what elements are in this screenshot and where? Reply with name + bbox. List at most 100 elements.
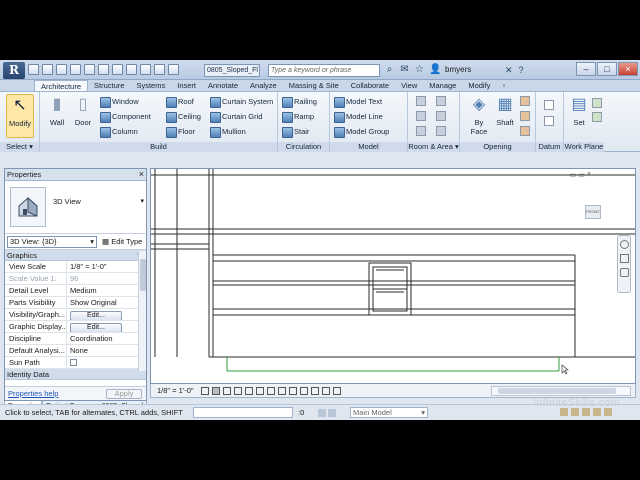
grid-icon[interactable] [544,116,554,126]
by-face-button[interactable]: ◈ By Face [466,94,492,136]
component-button[interactable]: Component [100,110,151,123]
binoculars-icon[interactable]: ⌕ [384,64,395,75]
show-work-plane-icon[interactable] [592,98,602,108]
application-menu-button[interactable]: R [3,62,25,79]
property-value[interactable]: None [67,345,146,356]
group-graphics[interactable]: Graphics ⌃ [5,250,146,261]
tag-room-icon[interactable] [416,126,426,136]
property-row[interactable]: Detail Level Medium [5,285,146,297]
property-value[interactable]: Show Original [67,297,146,308]
view-scale-control[interactable]: 1/8" = 1'-0" [157,385,194,397]
subscription-icon[interactable]: ✉ [399,64,410,75]
wall-opening-icon[interactable] [520,96,530,106]
undo-icon[interactable] [70,64,81,75]
close-button[interactable]: × [618,62,638,76]
property-value[interactable]: 1/8" = 1'-0" [67,261,146,272]
user-icon[interactable]: 👤 [429,64,441,75]
property-value[interactable]: Edit... [67,309,146,320]
search-input[interactable]: Type a keyword or phrase [268,64,380,77]
property-row[interactable]: Parts Visibility Show Original [5,297,146,309]
instance-filter-dropdown[interactable]: 3D View: {3D} ▾ [7,236,97,248]
horizontal-scrollbar[interactable] [491,386,631,396]
tab-architecture[interactable]: Architecture [34,80,89,91]
property-row[interactable]: Sun Path [5,357,146,369]
steering-wheel-icon[interactable] [619,240,629,249]
wall-button[interactable]: ▮ Wall [44,94,70,134]
roof-button[interactable]: Roof [166,95,194,108]
user-name[interactable]: bmyers [445,65,471,74]
crop-view-icon[interactable] [256,387,264,395]
redo-icon[interactable] [84,64,95,75]
curtain-system-button[interactable]: Curtain System [210,95,273,108]
mullion-button[interactable]: Mullion [210,125,246,138]
edit-button[interactable]: Edit... [70,323,122,332]
worksharing-icon[interactable] [318,409,326,417]
tab-insert[interactable]: Insert [171,80,202,91]
type-selector[interactable]: 3D View ▾ [5,181,146,234]
render-icon[interactable] [245,387,253,395]
scroll-thumb[interactable] [498,388,616,394]
show-crop-icon[interactable] [267,387,275,395]
group-identity-data[interactable]: Identity Data [5,369,146,380]
property-value[interactable]: Medium [67,285,146,296]
tab-massing-site[interactable]: Massing & Site [283,80,345,91]
model-text-button[interactable]: Model Text [334,95,382,108]
tab-annotate[interactable]: Annotate [202,80,244,91]
save-icon[interactable] [42,64,53,75]
model-line-button[interactable]: Model Line [334,110,383,123]
viewcube[interactable]: FRONT [585,205,601,219]
select-underlay-icon[interactable] [571,408,579,416]
stair-button[interactable]: Stair [282,125,309,138]
star-icon[interactable]: ☆ [414,64,425,75]
ramp-button[interactable]: Ramp [282,110,314,123]
railing-button[interactable]: Railing [282,95,317,108]
tab-structure[interactable]: Structure [88,80,130,91]
property-value[interactable] [67,357,146,368]
properties-scrollbar[interactable] [138,251,146,371]
help-icon[interactable]: ? [519,65,524,76]
drag-elements-icon[interactable] [604,408,612,416]
open-icon[interactable] [28,64,39,75]
dormer-opening-icon[interactable] [520,126,530,136]
edit-button[interactable]: Edit... [70,311,122,320]
pan-icon[interactable] [619,268,629,277]
design-options-icon[interactable] [328,409,336,417]
property-value[interactable]: Edit... [67,321,146,332]
select-links-icon[interactable] [560,408,568,416]
sync-icon[interactable] [56,64,67,75]
close-icon[interactable]: × [587,171,591,179]
properties-help-link[interactable]: Properties help [8,389,58,398]
floor-button[interactable]: Floor [166,125,195,138]
maximize-button[interactable]: □ [597,62,617,76]
property-value[interactable]: 96 [67,273,146,284]
select-by-face-icon[interactable] [593,408,601,416]
analytical-model-icon[interactable] [311,387,319,395]
property-row[interactable]: View Scale 1/8" = 1'-0" [5,261,146,273]
set-button[interactable]: ▤ Set [566,94,592,134]
room-separator-icon[interactable] [416,111,426,121]
print-icon[interactable] [98,64,109,75]
level-icon[interactable] [544,100,554,110]
highlight-displacement-icon[interactable] [322,387,330,395]
tab-view[interactable]: View [395,80,423,91]
tab-collaborate[interactable]: Collaborate [345,80,395,91]
status-blank-field[interactable] [193,407,293,418]
column-button[interactable]: Column [100,125,138,138]
model-group-button[interactable]: Model Group [334,125,389,138]
minimize-icon[interactable]: ▭ [570,171,577,179]
room-area-panel-title[interactable]: Room & Area ▾ [408,142,459,152]
select-pinned-icon[interactable] [582,408,590,416]
restore-icon[interactable]: ▭ [578,171,585,179]
property-row[interactable]: Discipline Coordination [5,333,146,345]
area-boundary-icon[interactable] [436,111,446,121]
tab-manage[interactable]: Manage [423,80,462,91]
tag-area-icon[interactable] [436,126,446,136]
section-icon[interactable] [154,64,165,75]
tab-systems[interactable]: Systems [130,80,171,91]
reveal-constraints-icon[interactable] [333,387,341,395]
shaft-button[interactable]: ▦ Shaft [492,94,518,134]
3d-view-icon[interactable] [140,64,151,75]
scroll-thumb[interactable] [140,259,146,291]
apply-button[interactable]: Apply [106,389,142,399]
property-row[interactable]: Default Analysi... None [5,345,146,357]
